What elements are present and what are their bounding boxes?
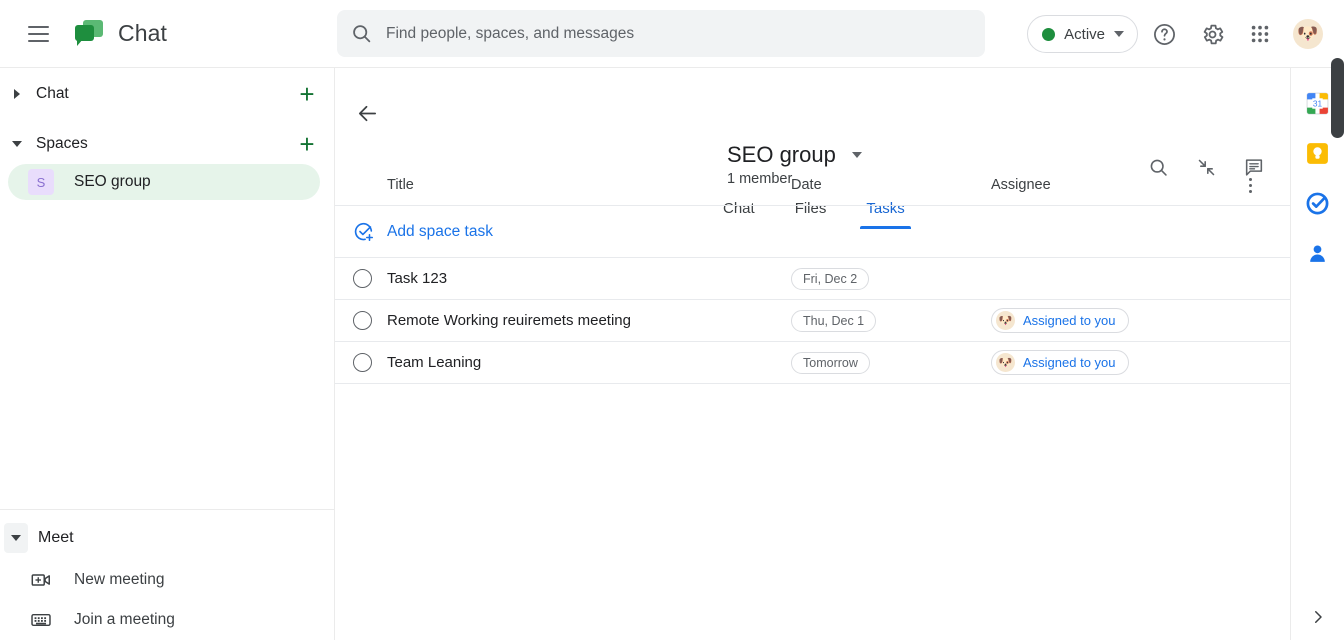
task-title: Remote Working reuiremets meeting bbox=[387, 312, 631, 329]
sidebar-section-spaces-label: Spaces bbox=[36, 135, 88, 152]
google-calendar-icon[interactable]: 31 bbox=[1305, 90, 1331, 116]
sidebar-item-label: SEO group bbox=[74, 173, 151, 190]
task-assignee-cell: 🐶 Assigned to you bbox=[991, 308, 1290, 333]
meet-item-label: Join a meeting bbox=[74, 611, 175, 628]
task-table-header: Title Date Assignee bbox=[335, 165, 1290, 206]
search-input[interactable] bbox=[386, 24, 971, 43]
back-arrow-icon bbox=[358, 105, 376, 121]
hamburger-icon[interactable] bbox=[14, 10, 62, 58]
task-title: Task 123 bbox=[387, 270, 448, 287]
task-checkbox[interactable] bbox=[353, 353, 387, 372]
assignee-pill[interactable]: 🐶 Assigned to you bbox=[991, 308, 1129, 333]
help-button[interactable] bbox=[1142, 12, 1186, 56]
apps-grid-icon bbox=[1251, 25, 1269, 43]
circle-unchecked-icon bbox=[353, 311, 372, 330]
task-title: Team Leaning bbox=[387, 354, 482, 371]
back-button[interactable] bbox=[347, 93, 387, 133]
sidebar-nav: Chat + Spaces + S SEO group bbox=[0, 68, 334, 200]
table-row[interactable]: Task 123 Fri, Dec 2 bbox=[335, 258, 1290, 300]
meet-item-join-meeting[interactable]: Join a meeting bbox=[0, 600, 334, 640]
column-header-date: Date bbox=[791, 177, 822, 193]
meet-item-new-meeting[interactable]: New meeting bbox=[0, 560, 334, 600]
status-label: Active bbox=[1064, 25, 1105, 43]
body: Chat + Spaces + S SEO group Meet New mee… bbox=[0, 68, 1344, 640]
status-dot-icon bbox=[1042, 27, 1056, 41]
dog-avatar: 🐶 bbox=[996, 311, 1015, 330]
dog-avatar: 🐶 bbox=[1293, 19, 1323, 49]
meet-section-title: Meet bbox=[38, 529, 74, 546]
table-row[interactable]: Team Leaning Tomorrow 🐶 Assigned to you bbox=[335, 342, 1290, 384]
chevron-right-icon bbox=[1314, 611, 1322, 623]
space-avatar: S bbox=[28, 169, 54, 195]
meet-item-label: New meeting bbox=[74, 571, 165, 588]
google-apps-button[interactable] bbox=[1238, 12, 1282, 56]
top-bar-actions: Active 🐶 bbox=[1027, 0, 1330, 68]
video-plus-icon bbox=[31, 574, 50, 586]
chevron-down-icon bbox=[1114, 31, 1124, 37]
left-sidebar: Chat + Spaces + S SEO group Meet New mee… bbox=[0, 68, 335, 640]
sidebar-divider bbox=[0, 509, 334, 510]
brand: Chat bbox=[74, 19, 167, 49]
main-panel: SEO group 1 member Chat Files Tasks Titl… bbox=[335, 68, 1291, 640]
task-checkbox[interactable] bbox=[353, 269, 387, 288]
right-side-panel: 31 bbox=[1291, 68, 1344, 640]
meet-section-header: Meet bbox=[0, 516, 334, 560]
task-checkbox[interactable] bbox=[353, 311, 387, 330]
task-date-cell: Thu, Dec 1 bbox=[791, 309, 991, 332]
assignee-label: Assigned to you bbox=[1023, 355, 1116, 370]
task-assignee-cell: 🐶 Assigned to you bbox=[991, 350, 1290, 375]
expand-panel-button[interactable] bbox=[1291, 608, 1344, 626]
kebab-menu-icon[interactable] bbox=[1238, 173, 1262, 197]
settings-button[interactable] bbox=[1190, 12, 1234, 56]
app-name: Chat bbox=[118, 20, 167, 46]
date-pill[interactable]: Tomorrow bbox=[791, 351, 870, 374]
add-space-task-label[interactable]: Add space task bbox=[387, 223, 493, 241]
avatar-glyph: 🐶 bbox=[1297, 24, 1319, 43]
date-pill[interactable]: Fri, Dec 2 bbox=[791, 267, 870, 290]
search-icon bbox=[353, 25, 371, 43]
svg-text:31: 31 bbox=[1313, 98, 1323, 108]
account-button[interactable]: 🐶 bbox=[1286, 12, 1330, 56]
circle-unchecked-icon bbox=[353, 353, 372, 372]
sidebar-item-seo-group[interactable]: S SEO group bbox=[8, 164, 320, 200]
add-task-icon bbox=[354, 222, 374, 241]
meet-collapse-toggle[interactable] bbox=[4, 523, 28, 553]
page-scrollbar-thumb[interactable] bbox=[1331, 58, 1344, 138]
sidebar-section-chat[interactable]: Chat + bbox=[0, 74, 334, 114]
circle-unchecked-icon bbox=[353, 269, 372, 288]
sidebar-section-chat-label: Chat bbox=[36, 85, 69, 102]
task-date-cell: Fri, Dec 2 bbox=[791, 267, 991, 290]
date-pill[interactable]: Thu, Dec 1 bbox=[791, 309, 877, 332]
dog-avatar: 🐶 bbox=[996, 353, 1015, 372]
add-space-plus-icon[interactable]: + bbox=[294, 131, 320, 157]
add-task-icon[interactable] bbox=[353, 221, 387, 243]
chevron-right-icon bbox=[6, 89, 28, 99]
google-tasks-icon[interactable] bbox=[1305, 190, 1331, 216]
task-date-cell: Tomorrow bbox=[791, 351, 991, 374]
space-header: SEO group 1 member Chat Files Tasks bbox=[335, 68, 1290, 229]
google-contacts-icon[interactable] bbox=[1305, 240, 1331, 266]
search-container bbox=[337, 10, 985, 57]
keyboard-icon bbox=[31, 613, 51, 627]
assignee-label: Assigned to you bbox=[1023, 313, 1116, 328]
chevron-down-icon bbox=[6, 141, 28, 147]
sidebar-section-spaces[interactable]: Spaces + bbox=[0, 124, 334, 164]
add-chat-plus-icon[interactable]: + bbox=[294, 81, 320, 107]
column-header-title: Title bbox=[387, 177, 414, 193]
search-box[interactable] bbox=[337, 10, 985, 57]
google-keep-icon[interactable] bbox=[1305, 140, 1331, 166]
assignee-pill[interactable]: 🐶 Assigned to you bbox=[991, 350, 1129, 375]
table-row[interactable]: Remote Working reuiremets meeting Thu, D… bbox=[335, 300, 1290, 342]
google-chat-window: Chat Active bbox=[0, 0, 1344, 640]
gear-icon bbox=[1203, 24, 1223, 44]
top-bar: Chat Active bbox=[0, 0, 1344, 68]
chevron-down-icon bbox=[851, 152, 862, 158]
help-circle-icon bbox=[1153, 23, 1175, 45]
google-chat-logo bbox=[74, 19, 104, 49]
status-button[interactable]: Active bbox=[1027, 15, 1138, 53]
